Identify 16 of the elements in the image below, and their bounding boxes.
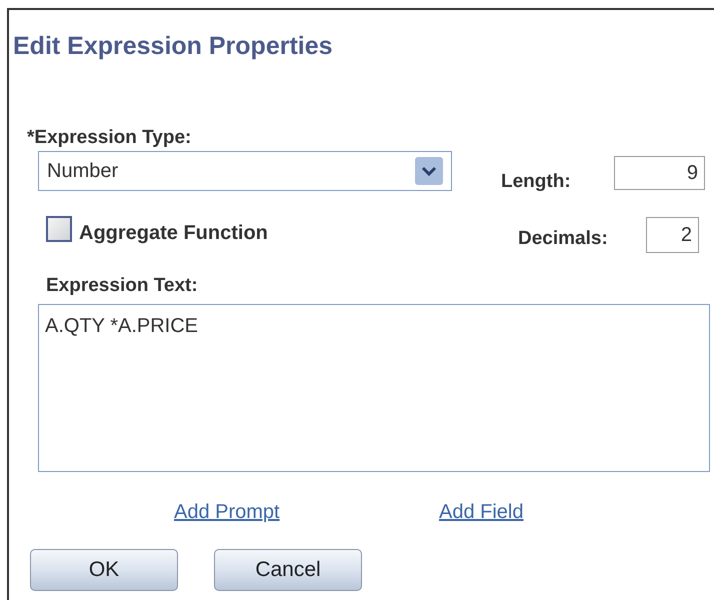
add-field-link[interactable]: Add Field bbox=[439, 497, 524, 527]
length-field[interactable]: 9 bbox=[614, 156, 705, 190]
add-prompt-link[interactable]: Add Prompt bbox=[174, 497, 280, 527]
expression-text-area[interactable]: A.QTY *A.PRICE bbox=[38, 304, 710, 472]
dialog-title: Edit Expression Properties bbox=[13, 31, 333, 62]
decimals-field[interactable]: 2 bbox=[646, 217, 699, 253]
checkbox-label: Aggregate Function bbox=[79, 221, 268, 246]
field-label: *Expression Type: bbox=[27, 126, 192, 150]
field-label: Decimals: bbox=[518, 227, 608, 251]
expression-type-dropdown[interactable]: Number bbox=[38, 151, 452, 191]
aggregate-checkbox[interactable] bbox=[46, 216, 72, 242]
chevron-down-icon bbox=[415, 157, 443, 185]
ok-button[interactable]: OK bbox=[30, 549, 178, 591]
field-label: Expression Text: bbox=[46, 274, 198, 298]
field-label: Length: bbox=[501, 170, 571, 194]
cancel-button[interactable]: Cancel bbox=[214, 549, 362, 591]
